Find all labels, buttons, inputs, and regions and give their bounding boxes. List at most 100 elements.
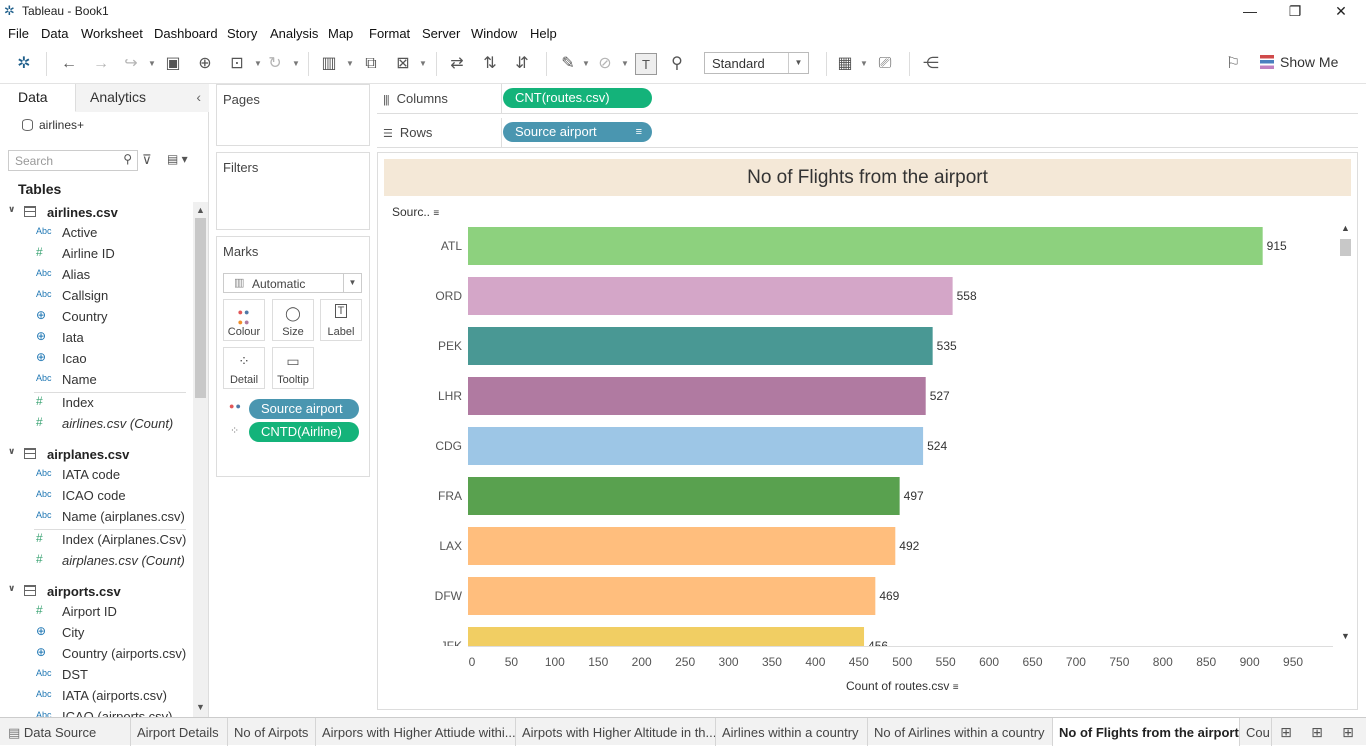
source-airport-colour-pill[interactable]: Source airport — [249, 399, 359, 419]
sheet-tab[interactable]: Airpors with Higher Attiude withi... — [316, 718, 516, 746]
refresh-icon[interactable]: ↻ — [264, 53, 286, 75]
restore-button[interactable]: ❐ — [1272, 0, 1318, 24]
category-label[interactable]: JFK — [441, 639, 462, 653]
replay-icon[interactable]: ↪ — [120, 53, 142, 75]
field-active[interactable]: Abc Active — [0, 223, 193, 244]
mark-type-dropdown[interactable]: ▥ Automatic ▼ — [223, 273, 362, 293]
replay-caret-icon[interactable]: ▼ — [148, 53, 156, 75]
refresh-caret-icon[interactable]: ▼ — [292, 53, 300, 75]
show-mark-labels-icon[interactable]: T — [635, 53, 657, 75]
tooltip-button[interactable]: ▭ Tooltip — [272, 347, 314, 389]
collapse-pane-icon[interactable]: ‹ — [196, 84, 201, 111]
cntd-airline-detail-pill[interactable]: CNTD(Airline) — [249, 422, 359, 442]
tableau-home-icon[interactable]: ✲ — [13, 53, 35, 75]
fix-axes-icon[interactable]: ⚲ — [666, 53, 688, 75]
field-airport-id[interactable]: # Airport ID — [0, 602, 193, 623]
bar-pek[interactable] — [468, 327, 933, 365]
highlight-caret-icon[interactable]: ▼ — [582, 53, 590, 75]
close-button[interactable]: ✕ — [1318, 0, 1364, 24]
field-iata[interactable]: ⊕ Iata — [0, 328, 193, 349]
tab-data[interactable]: Data — [0, 84, 76, 112]
bar-cdg[interactable] — [468, 427, 924, 465]
table-airports-csv[interactable]: ∨ airports.csv — [0, 581, 193, 602]
field-index[interactable]: # Index — [0, 393, 193, 414]
field-iata-airports-csv[interactable]: Abc IATA (airports.csv) — [0, 686, 193, 707]
field-list-scrollbar[interactable]: ▲ ▼ — [193, 202, 208, 717]
sheet-tab[interactable]: Airlines within a country — [716, 718, 868, 746]
field-dst[interactable]: Abc DST — [0, 665, 193, 686]
bar-dfw[interactable] — [468, 577, 876, 615]
sort-ascending-icon[interactable]: ⇅ — [479, 53, 501, 75]
sheet-tab[interactable]: No of Airpots — [228, 718, 316, 746]
new-story-icon[interactable]: ⊞ — [1339, 723, 1357, 741]
field-icao-airports-csv[interactable]: Abc ICAO (airports.csv) — [0, 707, 193, 717]
filters-card[interactable]: Filters — [216, 152, 370, 230]
field-icao-code[interactable]: Abc ICAO code — [0, 486, 193, 507]
pages-card[interactable]: Pages — [216, 84, 370, 146]
show-me-button[interactable]: Show Me — [1260, 54, 1338, 70]
table-airlines-csv[interactable]: ∨ airlines.csv — [0, 202, 193, 223]
save-icon[interactable]: ▣ — [162, 53, 184, 75]
minimize-button[interactable]: — — [1227, 0, 1273, 24]
chevron-down-icon[interactable]: ∨ — [8, 583, 15, 594]
redo-icon[interactable]: → — [90, 53, 112, 75]
table-airplanes-csv[interactable]: ∨ airplanes.csv — [0, 444, 193, 465]
scrollbar-thumb[interactable] — [1340, 239, 1351, 256]
field-alias[interactable]: Abc Alias — [0, 265, 193, 286]
clear-sheet-icon[interactable]: ⊠ — [392, 53, 414, 75]
category-label[interactable]: PEK — [438, 339, 462, 353]
field-country-airports-csv[interactable]: ⊕ Country (airports.csv) — [0, 644, 193, 665]
clear-caret-icon[interactable]: ▼ — [419, 53, 427, 75]
detail-button[interactable]: ⁘ Detail — [223, 347, 265, 389]
menu-window[interactable]: Window — [471, 26, 517, 41]
category-label[interactable]: FRA — [438, 489, 462, 503]
sort-icon[interactable]: ≡ — [953, 682, 959, 693]
new-worksheet-icon[interactable]: ▥ — [318, 53, 340, 75]
datasource-item[interactable]: airlines+ — [22, 118, 84, 132]
field-icao[interactable]: ⊕ Icao — [0, 349, 193, 370]
swap-rows-columns-icon[interactable]: ⇄ — [446, 53, 468, 75]
bar-fra[interactable] — [468, 477, 900, 515]
field-callsign[interactable]: Abc Callsign — [0, 286, 193, 307]
sort-descending-icon[interactable]: ⇵ — [511, 53, 533, 75]
filter-icon[interactable]: ⊽ — [142, 152, 152, 168]
rows-shelf[interactable]: ☰ Rows Source airport ≡ — [377, 118, 1358, 148]
fit-dropdown[interactable]: Standard ▼ — [704, 52, 809, 74]
scroll-up-icon[interactable]: ▲ — [196, 205, 205, 215]
columns-shelf[interactable]: ||| Columns CNT(routes.csv) — [377, 84, 1358, 114]
category-label[interactable]: ATL — [441, 239, 462, 253]
sheet-tab[interactable]: Airpots with Higher Altitude in th... — [516, 718, 716, 746]
category-label[interactable]: ORD — [435, 289, 462, 303]
new-worksheet-caret-icon[interactable]: ▼ — [346, 53, 354, 75]
group-members-icon[interactable]: ⊘ — [594, 53, 616, 75]
format-painter-icon[interactable]: ⚐ — [1222, 53, 1244, 75]
field-index-airplanes-csv[interactable]: # Index (Airplanes.Csv) — [0, 530, 193, 551]
colour-button[interactable]: ●● ●● Colour — [223, 299, 265, 341]
bar-ord[interactable] — [468, 277, 953, 315]
pause-caret-icon[interactable]: ▼ — [254, 53, 262, 75]
menu-story[interactable]: Story — [227, 26, 257, 41]
size-button[interactable]: ◯ Size — [272, 299, 314, 341]
category-label[interactable]: DFW — [435, 589, 463, 603]
sheet-tab[interactable]: No of Flights from the airport — [1053, 718, 1240, 746]
category-label[interactable]: LHR — [438, 389, 462, 403]
tab-analytics[interactable]: Analytics ‹ — [76, 84, 209, 112]
bar-lax[interactable] — [468, 527, 896, 565]
new-datasource-icon[interactable]: ⊕ — [194, 53, 216, 75]
menu-data[interactable]: Data — [41, 26, 68, 41]
menu-analysis[interactable]: Analysis — [270, 26, 318, 41]
menu-dashboard[interactable]: Dashboard — [154, 26, 218, 41]
view-options-icon[interactable]: ▤ ▾ — [167, 152, 188, 166]
tab-data-source[interactable]: ▤ Data Source — [0, 718, 131, 746]
menu-worksheet[interactable]: Worksheet — [81, 26, 143, 41]
scrollbar-thumb[interactable] — [195, 218, 206, 398]
scroll-down-icon[interactable]: ▼ — [196, 702, 205, 712]
field-name[interactable]: Abc Name — [0, 370, 193, 391]
bar-atl[interactable] — [468, 227, 1263, 265]
pause-updates-icon[interactable]: ⊡ — [226, 53, 248, 75]
sheet-tab[interactable]: No of Airlines within a country — [868, 718, 1053, 746]
search-input[interactable]: Search ⚲ — [8, 150, 138, 171]
label-button[interactable]: T Label — [320, 299, 362, 341]
menu-file[interactable]: File — [8, 26, 29, 41]
category-label[interactable]: CDG — [435, 439, 462, 453]
